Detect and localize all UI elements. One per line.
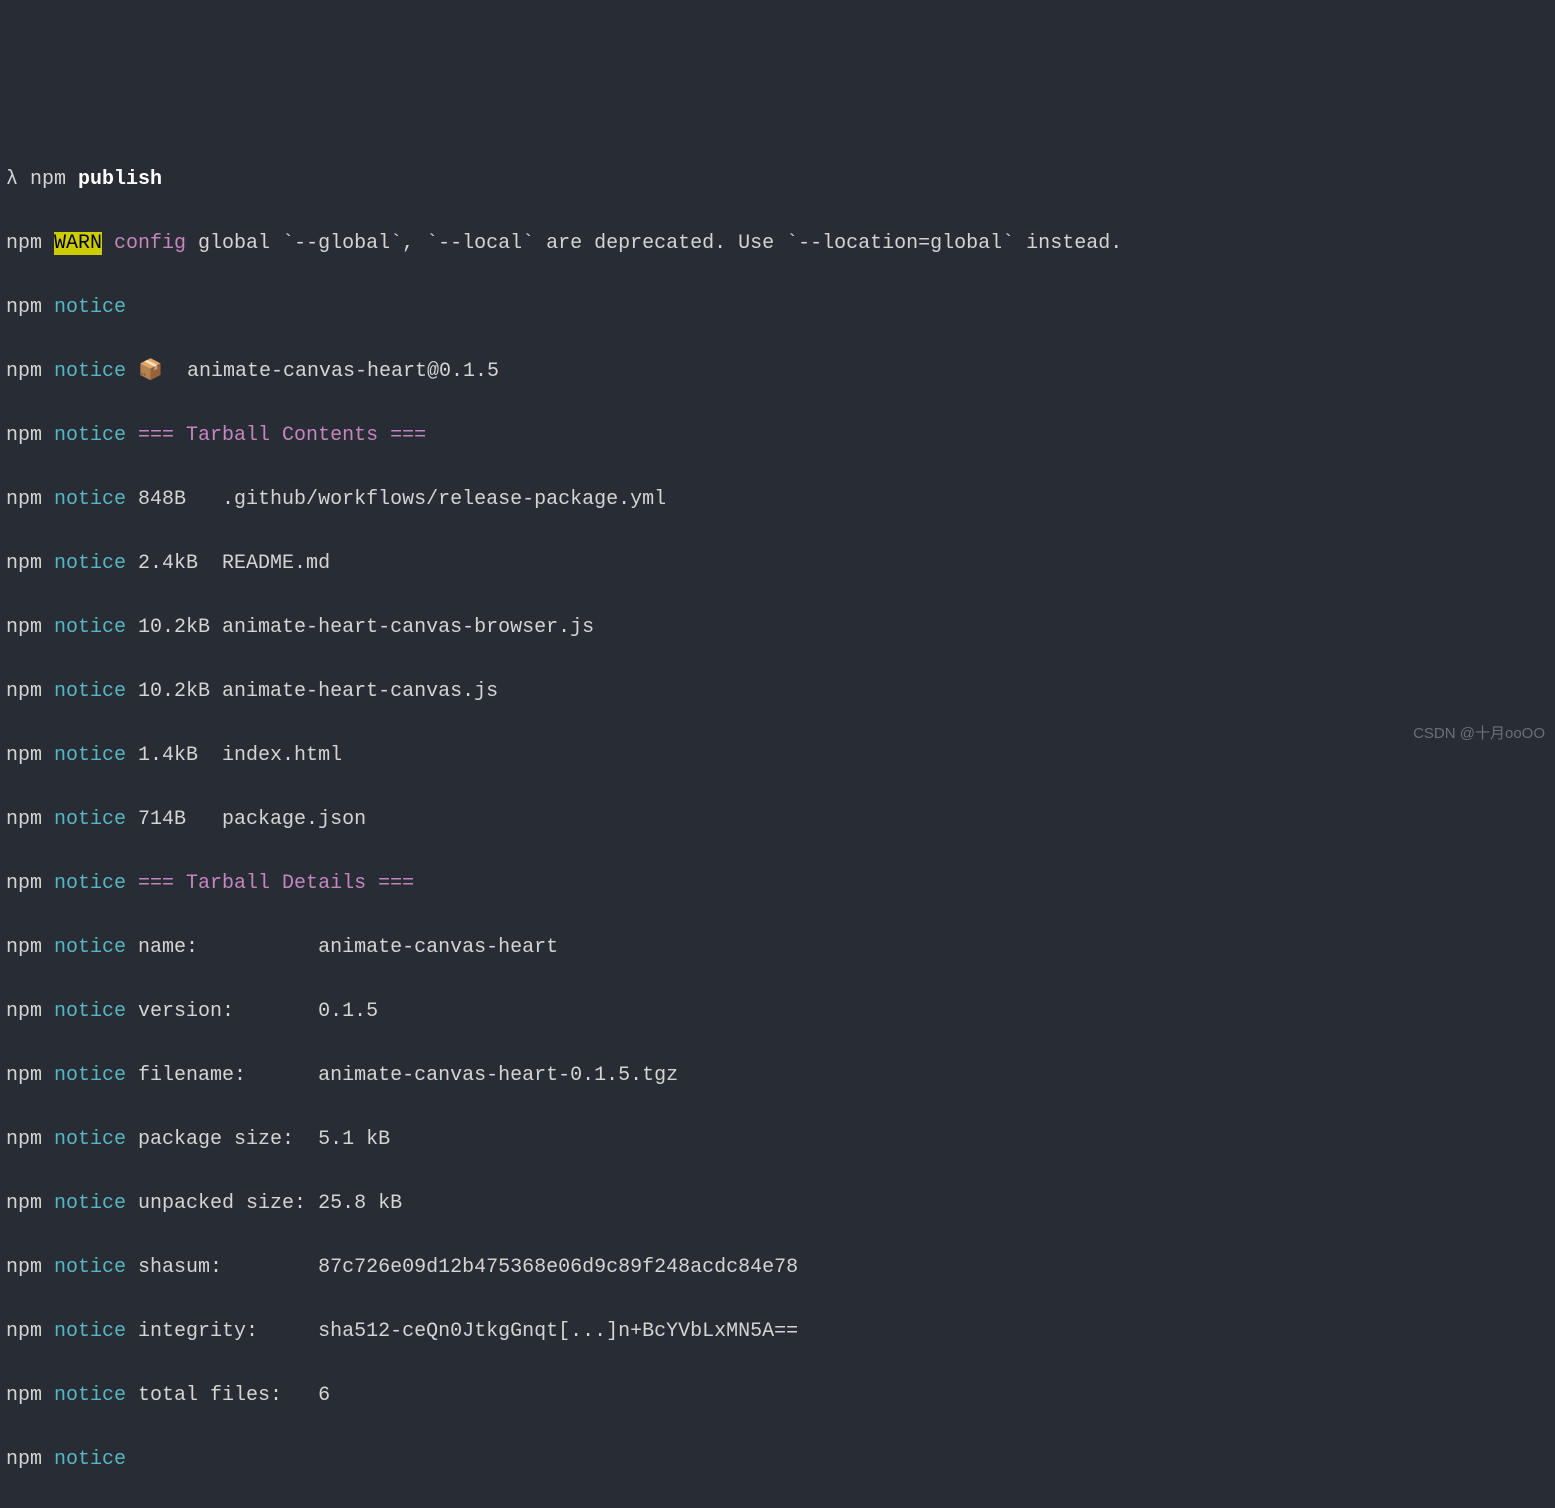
npm-label: npm bbox=[6, 616, 54, 639]
notice-line-empty: npm notice bbox=[6, 1444, 1549, 1476]
notice-label: notice bbox=[54, 424, 126, 447]
terminal-output: λ npm publish npm WARN config global `--… bbox=[6, 132, 1549, 1508]
npm-label: npm bbox=[6, 1128, 54, 1151]
npm-label: npm bbox=[6, 872, 54, 895]
notice-detail-line: npm notice name: animate-canvas-heart bbox=[6, 932, 1549, 964]
detail-name: name: animate-canvas-heart bbox=[126, 936, 558, 959]
config-label: config bbox=[102, 232, 186, 255]
notice-label: notice bbox=[54, 872, 126, 895]
notice-detail-line: npm notice shasum: 87c726e09d12b475368e0… bbox=[6, 1252, 1549, 1284]
section-header: === Tarball Details === bbox=[126, 872, 414, 895]
file-entry: 10.2kB animate-heart-canvas.js bbox=[126, 680, 498, 703]
notice-line-empty: npm notice bbox=[6, 292, 1549, 324]
notice-label: notice bbox=[54, 552, 126, 575]
notice-label: notice bbox=[54, 296, 126, 319]
npm-label: npm bbox=[6, 1192, 54, 1215]
file-entry: 714B package.json bbox=[126, 808, 366, 831]
command-npm: npm bbox=[30, 168, 78, 191]
notice-tarball-contents-header: npm notice === Tarball Contents === bbox=[6, 420, 1549, 452]
npm-label: npm bbox=[6, 1448, 54, 1471]
notice-label: notice bbox=[54, 488, 126, 511]
npm-label: npm bbox=[6, 1320, 54, 1343]
notice-detail-line: npm notice total files: 6 bbox=[6, 1380, 1549, 1412]
npm-label: npm bbox=[6, 680, 54, 703]
detail-filename: filename: animate-canvas-heart-0.1.5.tgz bbox=[126, 1064, 678, 1087]
detail-package-size: package size: 5.1 kB bbox=[126, 1128, 390, 1151]
notice-file-line: npm notice 2.4kB README.md bbox=[6, 548, 1549, 580]
notice-label: notice bbox=[54, 1448, 126, 1471]
npm-label: npm bbox=[6, 232, 54, 255]
notice-label: notice bbox=[54, 1192, 126, 1215]
npm-label: npm bbox=[6, 1064, 54, 1087]
notice-tarball-details-header: npm notice === Tarball Details === bbox=[6, 868, 1549, 900]
detail-version: version: 0.1.5 bbox=[126, 1000, 378, 1023]
npm-label: npm bbox=[6, 552, 54, 575]
package-name: 📦 animate-canvas-heart@0.1.5 bbox=[126, 360, 499, 383]
notice-label: notice bbox=[54, 1320, 126, 1343]
npm-label: npm bbox=[6, 360, 54, 383]
notice-label: notice bbox=[54, 360, 126, 383]
notice-label: notice bbox=[54, 1128, 126, 1151]
detail-total-files: total files: 6 bbox=[126, 1384, 330, 1407]
npm-label: npm bbox=[6, 808, 54, 831]
notice-label: notice bbox=[54, 680, 126, 703]
detail-integrity: integrity: sha512-ceQn0JtkgGnqt[...]n+Bc… bbox=[126, 1320, 798, 1343]
notice-detail-line: npm notice unpacked size: 25.8 kB bbox=[6, 1188, 1549, 1220]
detail-unpacked-size: unpacked size: 25.8 kB bbox=[126, 1192, 402, 1215]
npm-label: npm bbox=[6, 744, 54, 767]
notice-detail-line: npm notice filename: animate-canvas-hear… bbox=[6, 1060, 1549, 1092]
prompt-symbol: λ bbox=[6, 168, 30, 191]
npm-label: npm bbox=[6, 936, 54, 959]
notice-detail-line: npm notice package size: 5.1 kB bbox=[6, 1124, 1549, 1156]
file-entry: 2.4kB README.md bbox=[126, 552, 330, 575]
section-header: === Tarball Contents === bbox=[126, 424, 426, 447]
command-publish: publish bbox=[78, 168, 162, 191]
file-entry: 10.2kB animate-heart-canvas-browser.js bbox=[126, 616, 594, 639]
notice-label: notice bbox=[54, 1256, 126, 1279]
notice-file-line: npm notice 10.2kB animate-heart-canvas.j… bbox=[6, 676, 1549, 708]
notice-line-package: npm notice 📦 animate-canvas-heart@0.1.5 bbox=[6, 356, 1549, 388]
notice-label: notice bbox=[54, 616, 126, 639]
command-line[interactable]: λ npm publish bbox=[6, 164, 1549, 196]
notice-label: notice bbox=[54, 808, 126, 831]
notice-file-line: npm notice 1.4kB index.html bbox=[6, 740, 1549, 772]
npm-label: npm bbox=[6, 1256, 54, 1279]
notice-file-line: npm notice 848B .github/workflows/releas… bbox=[6, 484, 1549, 516]
notice-file-line: npm notice 714B package.json bbox=[6, 804, 1549, 836]
notice-label: notice bbox=[54, 936, 126, 959]
npm-label: npm bbox=[6, 1384, 54, 1407]
warn-message: global `--global`, `--local` are depreca… bbox=[186, 232, 1122, 255]
watermark: CSDN @十月ooOO bbox=[1413, 722, 1545, 746]
npm-label: npm bbox=[6, 424, 54, 447]
notice-label: notice bbox=[54, 1064, 126, 1087]
warn-line: npm WARN config global `--global`, `--lo… bbox=[6, 228, 1549, 260]
notice-label: notice bbox=[54, 744, 126, 767]
notice-label: notice bbox=[54, 1000, 126, 1023]
detail-shasum: shasum: 87c726e09d12b475368e06d9c89f248a… bbox=[126, 1256, 798, 1279]
notice-file-line: npm notice 10.2kB animate-heart-canvas-b… bbox=[6, 612, 1549, 644]
warn-badge: WARN bbox=[54, 232, 102, 255]
notice-detail-line: npm notice version: 0.1.5 bbox=[6, 996, 1549, 1028]
npm-label: npm bbox=[6, 488, 54, 511]
file-entry: 848B .github/workflows/release-package.y… bbox=[126, 488, 666, 511]
notice-detail-line: npm notice integrity: sha512-ceQn0JtkgGn… bbox=[6, 1316, 1549, 1348]
npm-label: npm bbox=[6, 296, 54, 319]
file-entry: 1.4kB index.html bbox=[126, 744, 342, 767]
npm-label: npm bbox=[6, 1000, 54, 1023]
notice-label: notice bbox=[54, 1384, 126, 1407]
